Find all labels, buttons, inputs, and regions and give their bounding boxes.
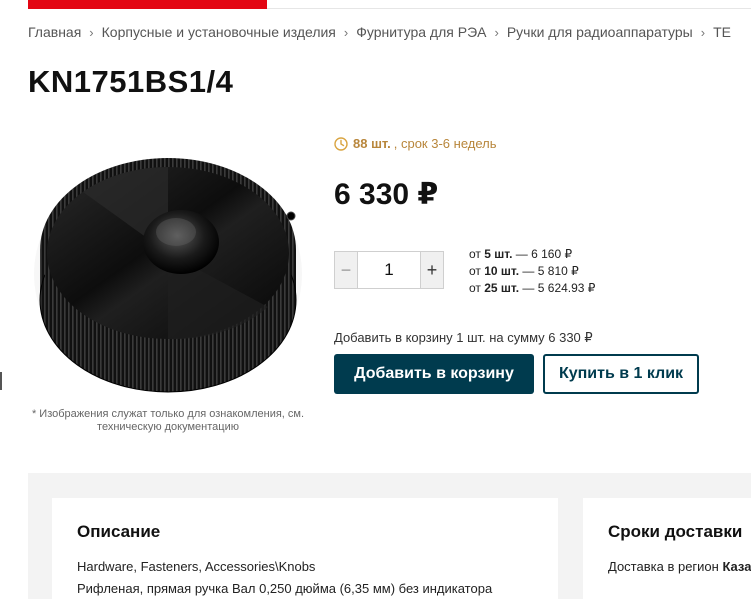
product-price: 6 330 ₽ [334, 178, 439, 211]
price-tier-row: от 5 шт. — 6 160 ₽ [469, 246, 595, 263]
delivery-card: Сроки доставки Доставка в регион Каза [583, 498, 751, 599]
breadcrumb-separator: › [700, 24, 706, 40]
price-tiers: от 5 шт. — 6 160 ₽ от 10 шт. — 5 810 ₽ о… [469, 246, 595, 297]
tier-prefix: от [469, 281, 485, 295]
buy-one-click-button[interactable]: Купить в 1 клик [543, 354, 699, 394]
lead-time: , срок 3-6 недель [393, 136, 497, 151]
stock-count: 88 шт. [353, 136, 391, 151]
tier-quantity: 5 шт. [484, 247, 513, 261]
description-text: Рифленая, прямая ручка Вал 0,250 дюйма (… [77, 581, 493, 596]
add-to-cart-button[interactable]: Добавить в корзину [334, 354, 534, 394]
tier-quantity: 25 шт. [484, 281, 520, 295]
breadcrumb-item-home[interactable]: Главная [28, 24, 81, 40]
breadcrumb-item-manufacturer[interactable]: TE [713, 24, 731, 40]
quantity-decrease-button[interactable]: − [335, 252, 357, 288]
info-section: Описание Hardware, Fasteners, Accessorie… [28, 473, 751, 599]
breadcrumb-separator: › [343, 24, 349, 40]
header-divider [267, 0, 751, 9]
knob-image-icon [34, 158, 302, 393]
delivery-region-value[interactable]: Каза [722, 559, 751, 574]
description-category: Hardware, Fasteners, Accessories\Knobs [77, 559, 316, 574]
breadcrumb-separator: › [494, 24, 499, 40]
tier-price: — 5 810 ₽ [519, 264, 579, 278]
delivery-heading: Сроки доставки [608, 522, 743, 541]
description-card: Описание Hardware, Fasteners, Accessorie… [52, 498, 558, 599]
tier-quantity: 10 шт. [484, 264, 520, 278]
breadcrumb-separator: › [89, 24, 94, 40]
tier-price: — 6 160 ₽ [512, 247, 573, 261]
cart-summary: Добавить в корзину 1 шт. на сумму 6 330 … [334, 330, 593, 345]
clock-icon [334, 136, 348, 151]
breadcrumb-item-enclosures[interactable]: Корпусные и установочные изделия [102, 24, 336, 40]
price-tier-row: от 10 шт. — 5 810 ₽ [469, 263, 595, 280]
breadcrumb-item-knobs[interactable]: Ручки для радиоаппаратуры [507, 24, 693, 40]
availability-status: 88 шт. , срок 3-6 недель [334, 136, 497, 151]
quantity-increase-button[interactable]: + [421, 252, 443, 288]
delivery-region-label: Доставка в регион [608, 559, 723, 574]
tier-prefix: от [469, 247, 485, 261]
quantity-stepper: − + [334, 251, 444, 289]
image-disclaimer: * Изображения служат только для ознакомл… [31, 408, 305, 433]
breadcrumb: Главная › Корпусные и установочные издел… [28, 24, 731, 40]
delivery-region: Доставка в регион Каза [608, 556, 751, 578]
header-accent-bar [28, 0, 267, 9]
tier-price: — 5 624.93 ₽ [519, 281, 596, 295]
quantity-input[interactable] [357, 252, 421, 288]
price-tier-row: от 25 шт. — 5 624.93 ₽ [469, 280, 595, 297]
tier-prefix: от [469, 264, 485, 278]
scroll-edge-marker [0, 372, 2, 390]
product-image[interactable] [28, 132, 308, 394]
breadcrumb-item-hardware[interactable]: Фурнитура для РЭА [356, 24, 486, 40]
product-title: KN1751BS1/4 [28, 64, 234, 99]
description-heading: Описание [77, 522, 161, 541]
